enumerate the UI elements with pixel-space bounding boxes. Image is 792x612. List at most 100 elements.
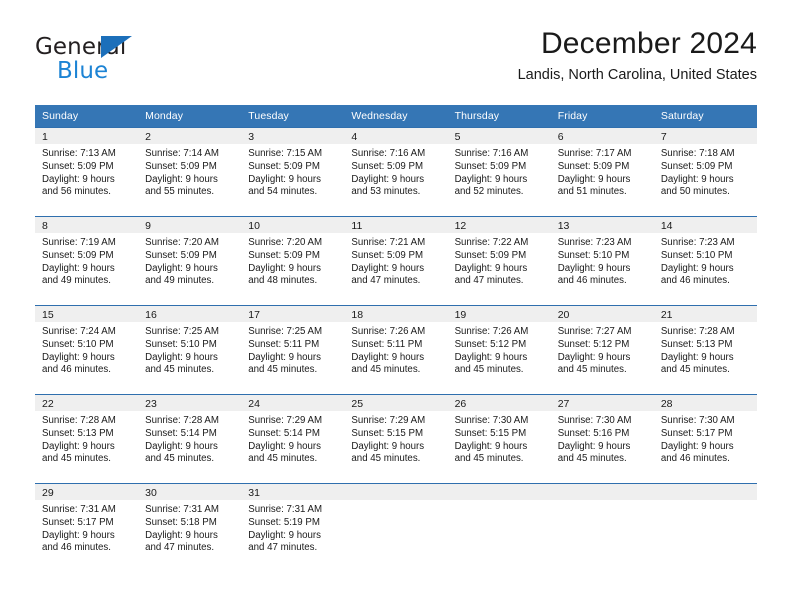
- day-cell[interactable]: 30 Sunrise: 7:31 AM Sunset: 5:18 PM Dayl…: [138, 483, 242, 572]
- day-number: 26: [447, 395, 551, 411]
- daylight-text-line2: and 45 minutes.: [42, 453, 111, 465]
- day-number: [344, 484, 448, 500]
- daylight-text-line2: and 45 minutes.: [557, 364, 627, 376]
- day-details: Sunrise: 7:18 AM Sunset: 5:09 PM Dayligh…: [654, 144, 757, 199]
- day-cell[interactable]: 12 Sunrise: 7:22 AM Sunset: 5:09 PM Dayl…: [447, 216, 551, 306]
- day-number: 3: [241, 128, 345, 144]
- day-cell[interactable]: 4 Sunrise: 7:16 AM Sunset: 5:09 PM Dayli…: [344, 127, 448, 217]
- daylight-text-line1: Daylight: 9 hours: [248, 351, 321, 363]
- sunrise-text: Sunrise: 7:28 AM: [42, 415, 116, 426]
- day-details: Sunrise: 7:25 AM Sunset: 5:10 PM Dayligh…: [138, 322, 241, 377]
- day-cell[interactable]: 14 Sunrise: 7:23 AM Sunset: 5:10 PM Dayl…: [653, 216, 757, 306]
- daylight-text-line1: Daylight: 9 hours: [351, 440, 425, 452]
- page-title: December 2024: [540, 27, 757, 60]
- daylight-text-line1: Daylight: 9 hours: [660, 173, 734, 185]
- page-header: General Blue December 2024 Landis, North…: [35, 26, 757, 98]
- sunset-text: Sunset: 5:09 PM: [454, 249, 527, 261]
- weekday-header-friday: Friday: [550, 105, 654, 128]
- daylight-text-line2: and 45 minutes.: [660, 364, 730, 376]
- day-details: Sunrise: 7:30 AM Sunset: 5:15 PM Dayligh…: [448, 411, 551, 466]
- day-cell[interactable]: 19 Sunrise: 7:26 AM Sunset: 5:12 PM Dayl…: [447, 305, 551, 395]
- day-cell[interactable]: 17 Sunrise: 7:25 AM Sunset: 5:11 PM Dayl…: [241, 305, 345, 395]
- day-cell[interactable]: 31 Sunrise: 7:31 AM Sunset: 5:19 PM Dayl…: [241, 483, 345, 572]
- day-cell[interactable]: 20 Sunrise: 7:27 AM Sunset: 5:12 PM Dayl…: [550, 305, 654, 395]
- sunset-text: Sunset: 5:09 PM: [660, 160, 733, 172]
- day-details: Sunrise: 7:14 AM Sunset: 5:09 PM Dayligh…: [138, 144, 241, 199]
- daylight-text-line2: and 45 minutes.: [351, 453, 421, 465]
- daylight-text-line1: Daylight: 9 hours: [145, 173, 218, 185]
- day-number: 19: [447, 306, 551, 322]
- day-details: Sunrise: 7:17 AM Sunset: 5:09 PM Dayligh…: [551, 144, 654, 199]
- day-cell[interactable]: 11 Sunrise: 7:21 AM Sunset: 5:09 PM Dayl…: [344, 216, 448, 306]
- day-number: 24: [241, 395, 345, 411]
- day-cell[interactable]: 24 Sunrise: 7:29 AM Sunset: 5:14 PM Dayl…: [241, 394, 345, 484]
- weekday-header-wednesday: Wednesday: [344, 105, 448, 128]
- daylight-text-line1: Daylight: 9 hours: [454, 440, 528, 452]
- sunrise-text: Sunrise: 7:28 AM: [145, 415, 219, 426]
- sunrise-text: Sunrise: 7:25 AM: [145, 326, 219, 337]
- day-number: 6: [550, 128, 654, 144]
- sunrise-text: Sunrise: 7:30 AM: [557, 415, 632, 426]
- day-details: Sunrise: 7:20 AM Sunset: 5:09 PM Dayligh…: [138, 233, 241, 288]
- day-number: 8: [35, 217, 139, 233]
- daylight-text-line1: Daylight: 9 hours: [42, 173, 115, 185]
- day-cell[interactable]: 5 Sunrise: 7:16 AM Sunset: 5:09 PM Dayli…: [447, 127, 551, 217]
- sunset-text: Sunset: 5:12 PM: [557, 338, 630, 350]
- sunrise-text: Sunrise: 7:26 AM: [454, 326, 529, 337]
- weekday-header-row: Sunday Monday Tuesday Wednesday Thursday…: [35, 105, 757, 128]
- day-cell[interactable]: 3 Sunrise: 7:15 AM Sunset: 5:09 PM Dayli…: [241, 127, 345, 217]
- day-cell[interactable]: 18 Sunrise: 7:26 AM Sunset: 5:11 PM Dayl…: [344, 305, 448, 395]
- daylight-text-line2: and 45 minutes.: [557, 453, 627, 465]
- day-cell[interactable]: 28 Sunrise: 7:30 AM Sunset: 5:17 PM Dayl…: [653, 394, 757, 484]
- day-cell[interactable]: 25 Sunrise: 7:29 AM Sunset: 5:15 PM Dayl…: [344, 394, 448, 484]
- daylight-text-line2: and 53 minutes.: [351, 186, 421, 198]
- day-cell[interactable]: 16 Sunrise: 7:25 AM Sunset: 5:10 PM Dayl…: [138, 305, 242, 395]
- day-cell[interactable]: 29 Sunrise: 7:31 AM Sunset: 5:17 PM Dayl…: [35, 483, 139, 572]
- day-cell[interactable]: 23 Sunrise: 7:28 AM Sunset: 5:14 PM Dayl…: [138, 394, 242, 484]
- sunset-text: Sunset: 5:18 PM: [145, 516, 217, 528]
- logo-text-blue: Blue: [57, 58, 109, 84]
- calendar-page: General Blue December 2024 Landis, North…: [0, 0, 792, 612]
- day-cell[interactable]: 13 Sunrise: 7:23 AM Sunset: 5:10 PM Dayl…: [550, 216, 654, 306]
- daylight-text-line2: and 51 minutes.: [557, 186, 627, 198]
- day-details: Sunrise: 7:30 AM Sunset: 5:17 PM Dayligh…: [654, 411, 757, 466]
- daylight-text-line2: and 49 minutes.: [42, 275, 111, 287]
- day-number: 11: [344, 217, 448, 233]
- day-number: 16: [138, 306, 242, 322]
- day-details: Sunrise: 7:15 AM Sunset: 5:09 PM Dayligh…: [241, 144, 344, 199]
- weekday-header-tuesday: Tuesday: [241, 105, 345, 128]
- day-cell[interactable]: 8 Sunrise: 7:19 AM Sunset: 5:09 PM Dayli…: [35, 216, 139, 306]
- calendar-week-row: 1 Sunrise: 7:13 AM Sunset: 5:09 PM Dayli…: [35, 127, 757, 217]
- daylight-text-line1: Daylight: 9 hours: [42, 440, 115, 452]
- day-number: 4: [344, 128, 448, 144]
- daylight-text-line1: Daylight: 9 hours: [351, 173, 425, 185]
- sunset-text: Sunset: 5:13 PM: [660, 338, 733, 350]
- day-number: 30: [138, 484, 242, 500]
- day-cell[interactable]: 9 Sunrise: 7:20 AM Sunset: 5:09 PM Dayli…: [138, 216, 242, 306]
- day-cell[interactable]: 1 Sunrise: 7:13 AM Sunset: 5:09 PM Dayli…: [35, 127, 139, 217]
- day-cell[interactable]: 2 Sunrise: 7:14 AM Sunset: 5:09 PM Dayli…: [138, 127, 242, 217]
- weekday-header-sunday: Sunday: [35, 105, 139, 128]
- day-cell[interactable]: 15 Sunrise: 7:24 AM Sunset: 5:10 PM Dayl…: [35, 305, 139, 395]
- day-number: 25: [344, 395, 448, 411]
- day-number: 1: [35, 128, 139, 144]
- day-cell[interactable]: 27 Sunrise: 7:30 AM Sunset: 5:16 PM Dayl…: [550, 394, 654, 484]
- daylight-text-line1: Daylight: 9 hours: [454, 173, 528, 185]
- daylight-text-line1: Daylight: 9 hours: [557, 173, 631, 185]
- day-cell[interactable]: 7 Sunrise: 7:18 AM Sunset: 5:09 PM Dayli…: [653, 127, 757, 217]
- daylight-text-line2: and 45 minutes.: [145, 453, 215, 465]
- day-cell[interactable]: 21 Sunrise: 7:28 AM Sunset: 5:13 PM Dayl…: [653, 305, 757, 395]
- day-cell[interactable]: 26 Sunrise: 7:30 AM Sunset: 5:15 PM Dayl…: [447, 394, 551, 484]
- day-cell[interactable]: 10 Sunrise: 7:20 AM Sunset: 5:09 PM Dayl…: [241, 216, 345, 306]
- daylight-text-line2: and 45 minutes.: [351, 364, 421, 376]
- day-details: Sunrise: 7:13 AM Sunset: 5:09 PM Dayligh…: [35, 144, 138, 199]
- day-cell[interactable]: 22 Sunrise: 7:28 AM Sunset: 5:13 PM Dayl…: [35, 394, 139, 484]
- calendar-week-row: 15 Sunrise: 7:24 AM Sunset: 5:10 PM Dayl…: [35, 305, 757, 395]
- day-number: [653, 484, 757, 500]
- sunset-text: Sunset: 5:09 PM: [145, 160, 217, 172]
- sunrise-text: Sunrise: 7:23 AM: [660, 237, 735, 248]
- daylight-text-line1: Daylight: 9 hours: [42, 351, 115, 363]
- daylight-text-line1: Daylight: 9 hours: [248, 262, 321, 274]
- day-number: 13: [550, 217, 654, 233]
- day-cell[interactable]: 6 Sunrise: 7:17 AM Sunset: 5:09 PM Dayli…: [550, 127, 654, 217]
